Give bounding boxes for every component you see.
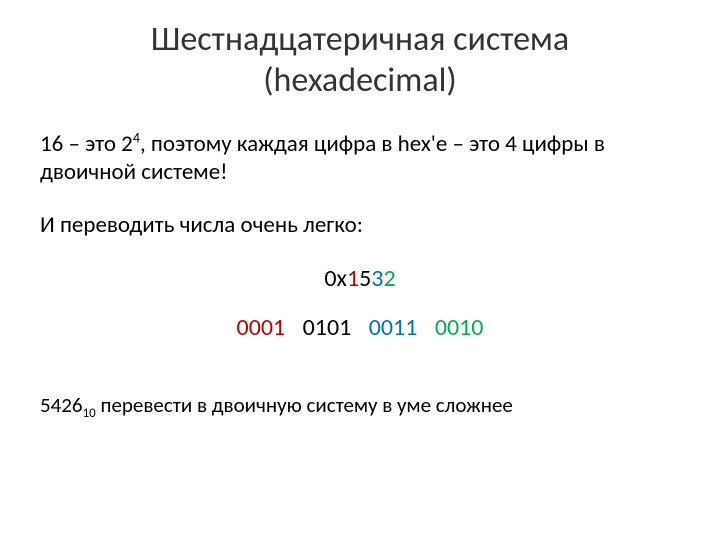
hex-digit-1: 1 xyxy=(347,264,359,293)
intro-exponent: 4 xyxy=(133,129,140,146)
intro-prefix: 16 – это 2 xyxy=(40,130,133,158)
binary-groups: 0001 0101 0011 0010 xyxy=(40,313,680,342)
title-line-1: Шестнадцатеричная система xyxy=(151,19,569,60)
title-line-2: (hexadecimal) xyxy=(263,60,457,101)
hex-digit-2: 5 xyxy=(359,264,371,293)
bin-group-2: 0101 xyxy=(303,313,352,342)
intro-paragraph: 16 – это 24, поэтому каждая цифра в hex'… xyxy=(40,130,680,188)
footer-subscript: 10 xyxy=(83,406,96,421)
footer-paragraph: 542610 перевести в двоичную систему в ум… xyxy=(40,392,680,419)
hex-digit-3: 3 xyxy=(371,264,383,293)
slide-title: Шестнадцатеричная система (hexadecimal) xyxy=(40,20,680,102)
bin-group-4: 0010 xyxy=(435,313,484,342)
hex-digit-4: 2 xyxy=(383,264,395,293)
bin-group-3: 0011 xyxy=(369,313,418,342)
bin-group-1: 0001 xyxy=(237,313,286,342)
footer-number: 5426 xyxy=(40,392,83,418)
hex-number: 0x1532 xyxy=(40,264,680,293)
hex-prefix: 0x xyxy=(324,264,347,293)
footer-suffix: перевести в двоичную систему в уме сложн… xyxy=(96,392,513,418)
convert-lead: И переводить числа очень легко: xyxy=(40,211,680,240)
